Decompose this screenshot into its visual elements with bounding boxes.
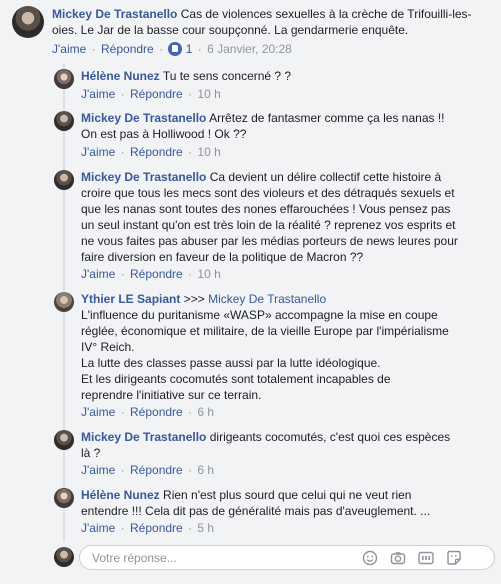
reply-timestamp[interactable]: 10 h [197,267,220,281]
reply-actions: J'aime · Répondre · 10 h [81,145,221,159]
reply-button[interactable]: Répondre [130,87,183,101]
reply-actions: J'aime · Répondre · 5 h [81,521,215,535]
reply-arrow: >>> [183,292,205,306]
reply-button[interactable]: Répondre [101,42,154,56]
reply-actions: J'aime · Répondre · 10 h [81,267,221,281]
reply-input[interactable] [80,546,340,569]
like-button[interactable]: J'aime [81,405,115,419]
reply-body: Ythier LE Sapiant >>> Mickey De Trastane… [81,291,466,403]
reply-timestamp[interactable]: 5 h [197,521,214,535]
reply-body: Hélène Nunez Tu te sens concerné ? ? [81,68,491,84]
avatar[interactable] [54,170,74,190]
avatar[interactable] [54,430,74,450]
reply-button[interactable]: Répondre [130,267,183,281]
like-icon[interactable] [168,42,183,56]
reply-author[interactable]: Hélène Nunez [81,69,160,83]
comment-body: Mickey De Trastanello Cas de violences s… [52,6,492,38]
like-button[interactable]: J'aime [81,145,115,159]
like-button[interactable]: J'aime [52,42,86,56]
reply-paragraph: L'influence du puritanisme «WASP» accomp… [81,308,449,354]
comment-timestamp[interactable]: 6 Janvier, 20:28 [207,42,292,56]
reply-author[interactable]: Mickey De Trastanello [81,111,206,125]
reply-timestamp[interactable]: 10 h [197,87,220,101]
like-count[interactable]: 1 [186,42,193,56]
reply-text: Ca devient un délire collectif cette his… [81,170,458,264]
reply-timestamp[interactable]: 10 h [197,145,220,159]
avatar[interactable] [54,69,74,89]
reply-paragraph: La lutte des classes passe aussi par la … [81,356,381,370]
reply-body: Hélène Nunez Rien n'est plus sourd que c… [81,487,456,519]
reply-body: Mickey De Trastanello Arrêtez de fantasm… [81,110,456,142]
gif-icon[interactable] [418,550,434,566]
reply-timestamp[interactable]: 6 h [197,463,214,477]
like-button[interactable]: J'aime [81,521,115,535]
avatar[interactable] [54,292,74,312]
reply-text: Tu te sens concerné ? ? [162,69,292,83]
like-button[interactable]: J'aime [81,87,115,101]
reply-actions: J'aime · Répondre · 6 h [81,463,215,477]
avatar [54,547,74,567]
reply-target[interactable]: Mickey De Trastanello [208,292,326,306]
like-button[interactable]: J'aime [81,267,115,281]
like-button[interactable]: J'aime [81,463,115,477]
emoji-icon[interactable] [362,550,378,566]
avatar[interactable] [54,488,74,508]
reply-author[interactable]: Hélène Nunez [81,488,160,502]
reply-author[interactable]: Ythier LE Sapiant [81,292,180,306]
camera-icon[interactable] [390,550,406,566]
reply-body: Mickey De Trastanello Ca devient un déli… [81,169,466,265]
comment-actions: J'aime · Répondre · 1 · 6 Janvier, 20:28 [52,42,292,56]
comment-author[interactable]: Mickey De Trastanello [52,7,177,21]
reply-button[interactable]: Répondre [130,405,183,419]
reply-button[interactable]: Répondre [130,463,183,477]
sticker-icon[interactable] [446,550,462,566]
comment-thread: Mickey De Trastanello Cas de violences s… [0,0,501,584]
avatar[interactable] [12,6,44,38]
reply-actions: J'aime · Répondre · 6 h [81,405,215,419]
reply-composer[interactable] [79,545,495,570]
avatar[interactable] [54,111,74,131]
reply-timestamp[interactable]: 6 h [197,405,214,419]
reply-author[interactable]: Mickey De Trastanello [81,430,206,444]
reply-button[interactable]: Répondre [130,145,183,159]
reply-author[interactable]: Mickey De Trastanello [81,170,206,184]
reply-paragraph: Et les dirigeants cocomutés sont totalem… [81,372,391,402]
reply-body: Mickey De Trastanello dirigeants cocomut… [81,429,461,461]
reply-button[interactable]: Répondre [130,521,183,535]
reply-actions: J'aime · Répondre · 10 h [81,87,221,101]
